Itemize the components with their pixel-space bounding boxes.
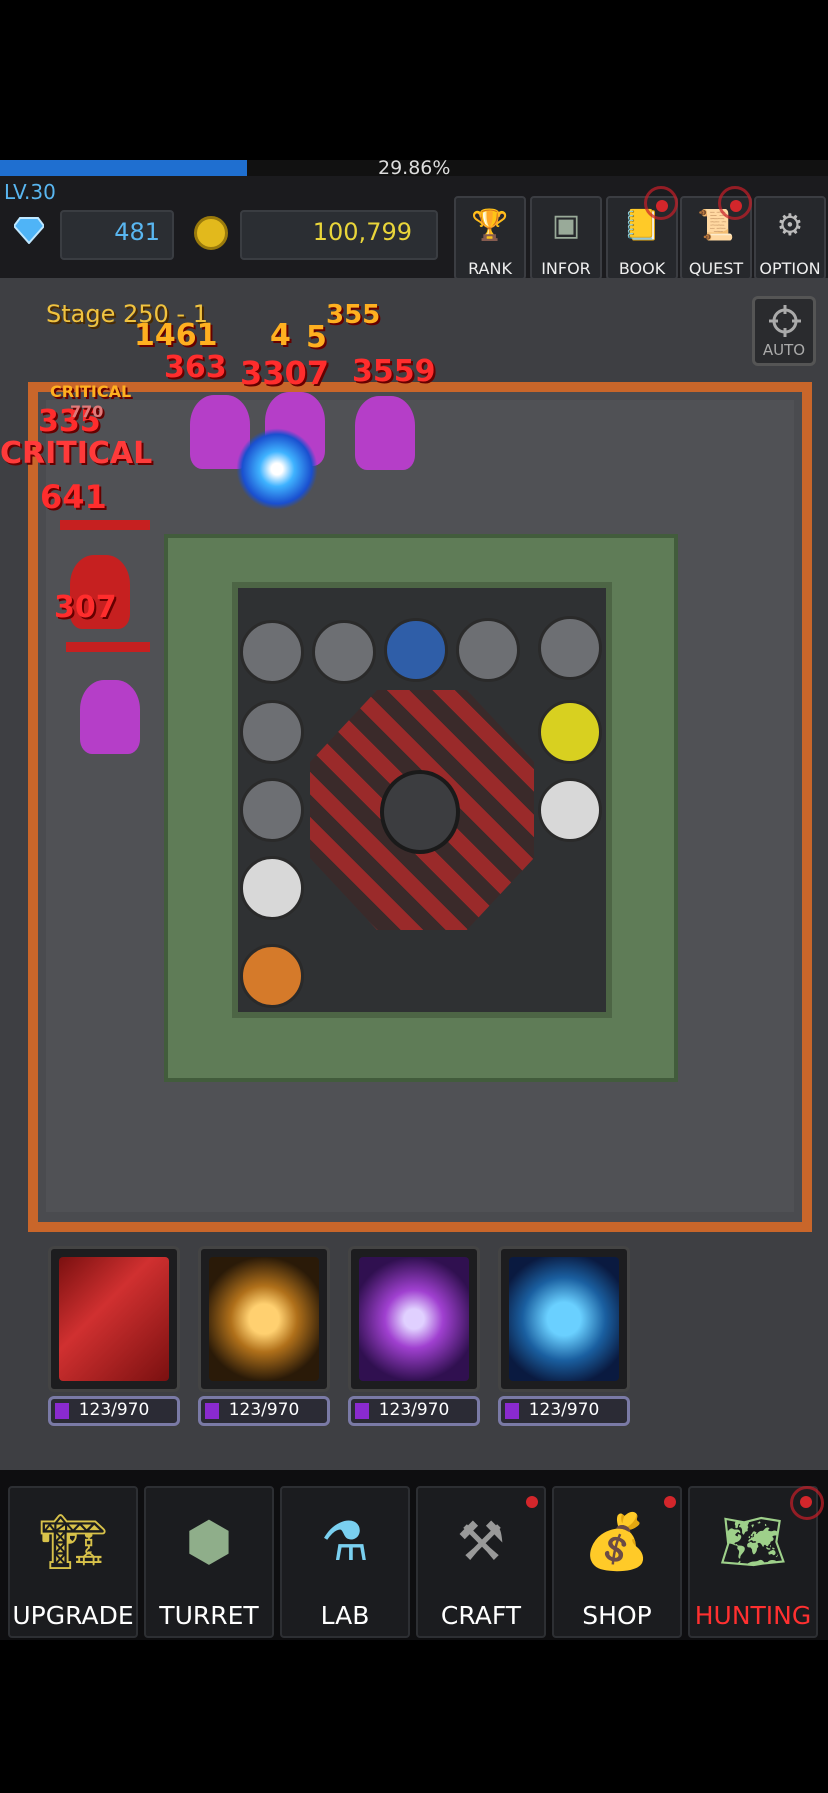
- turret-slot[interactable]: [538, 778, 602, 842]
- damage-number: 355: [326, 300, 381, 330]
- option-button[interactable]: ⚙ OPTION: [754, 196, 826, 280]
- skill-charge-bar: 123/970: [348, 1396, 480, 1426]
- damage-number: 3307: [240, 354, 330, 392]
- lab-icon: ⚗: [320, 1510, 370, 1573]
- turret-slot[interactable]: [240, 700, 304, 764]
- rank-button[interactable]: 🏆 RANK: [454, 196, 526, 280]
- auto-target-button[interactable]: AUTO: [752, 296, 816, 366]
- turret-slot[interactable]: [312, 620, 376, 684]
- damage-number: 4: [270, 318, 291, 353]
- hunting-notification-dot: [800, 1496, 812, 1508]
- skill-charge-bar: 123/970: [198, 1396, 330, 1426]
- enemy-health-bar: [66, 642, 150, 652]
- turret-slot[interactable]: [456, 618, 520, 682]
- nav-upgrade[interactable]: 🏗 UPGRADE: [8, 1486, 138, 1638]
- turret-slot[interactable]: [384, 618, 448, 682]
- terminal-icon: ▣: [551, 208, 581, 243]
- bullets-skill-icon: [59, 1257, 169, 1381]
- damage-number: 307: [54, 590, 117, 625]
- crosshair-icon: [769, 305, 801, 337]
- critical-label: CRITICAL: [0, 436, 153, 471]
- gem-value: 481: [114, 218, 160, 246]
- skill-charge-bar: 123/970: [48, 1396, 180, 1426]
- nav-lab[interactable]: ⚗ LAB: [280, 1486, 410, 1638]
- book-notification-dot: [656, 200, 668, 212]
- skill-tornado-button[interactable]: [498, 1246, 630, 1392]
- damage-number: 641: [40, 478, 107, 516]
- target-skill-icon: [209, 1257, 319, 1381]
- info-button[interactable]: ▣ INFOR: [530, 196, 602, 280]
- gold-coin-icon: [194, 216, 228, 250]
- gear-icon: ⚙: [776, 208, 804, 243]
- damage-number: 1461: [134, 318, 218, 353]
- quest-notification-dot: [730, 200, 742, 212]
- map-icon: 🗺: [718, 1510, 788, 1573]
- vortex-effect: [236, 428, 318, 510]
- nav-shop[interactable]: 💰 SHOP: [552, 1486, 682, 1638]
- anvil-icon: ⚒: [456, 1510, 506, 1573]
- craft-notification-dot: [526, 1496, 538, 1508]
- turret-slot[interactable]: [240, 944, 304, 1008]
- turret-slot[interactable]: [240, 620, 304, 684]
- gem-icon: [14, 217, 44, 244]
- damage-number: 363: [164, 350, 227, 385]
- main-cannon-turret[interactable]: [380, 770, 460, 854]
- skill-target-button[interactable]: [198, 1246, 330, 1392]
- alien-enemy: [355, 396, 415, 470]
- turret-icon: ⬢: [185, 1510, 233, 1573]
- turret-slot[interactable]: [538, 700, 602, 764]
- nav-craft[interactable]: ⚒ CRAFT: [416, 1486, 546, 1638]
- damage-number: 5: [306, 320, 327, 355]
- money-bag-icon: 💰: [583, 1510, 651, 1573]
- tornado-skill-icon: [509, 1257, 619, 1381]
- skill-speed-button[interactable]: [348, 1246, 480, 1392]
- damage-number: 3559: [352, 354, 436, 389]
- turret-slot[interactable]: [240, 778, 304, 842]
- speed-skill-icon: [359, 1257, 469, 1381]
- enemy-health-bar: [60, 520, 150, 530]
- stage-progress-fill: [0, 160, 247, 176]
- turret-slot[interactable]: [538, 616, 602, 680]
- skill-bullets-button[interactable]: [48, 1246, 180, 1392]
- shop-notification-dot: [664, 1496, 676, 1508]
- nav-turret[interactable]: ⬢ TURRET: [144, 1486, 274, 1638]
- critical-label: CRITICAL: [50, 382, 132, 401]
- player-level: LV.30: [4, 180, 56, 204]
- damage-number: 770: [70, 402, 104, 421]
- crane-icon: 🏗: [38, 1510, 108, 1573]
- skill-charge-bar: 123/970: [498, 1396, 630, 1426]
- alien-enemy: [80, 680, 140, 754]
- trophy-icon: 🏆: [471, 208, 509, 243]
- gold-value: 100,799: [312, 218, 412, 246]
- turret-slot[interactable]: [240, 856, 304, 920]
